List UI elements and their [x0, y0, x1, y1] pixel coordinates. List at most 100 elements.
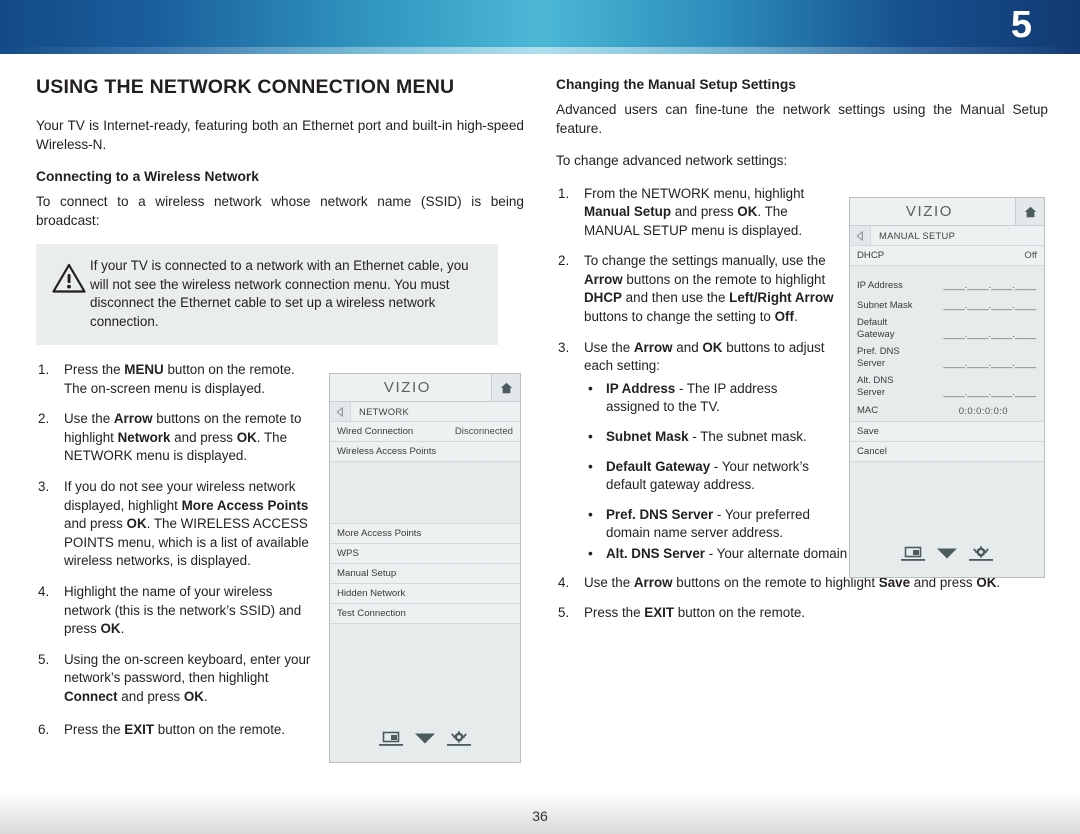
back-arrow-icon[interactable]: [850, 226, 871, 245]
bullet-text: Default Gateway - Your network’s default…: [606, 458, 809, 493]
bullet-dot: •: [588, 457, 593, 474]
field-value: 0:0:0:0:0:0: [958, 405, 1008, 417]
step-number: 4.: [558, 574, 570, 590]
warning-text: If your TV is connected to a network wit…: [90, 258, 469, 329]
list-item: 1. From the NETWORK menu, highlight Manu…: [556, 185, 834, 241]
menu-row-test-connection[interactable]: Test Connection: [330, 604, 520, 624]
menu-row-wps[interactable]: WPS: [330, 544, 520, 564]
tv-network-menu-screenshot: VIZIO NETWORK Wired Connection Disconnec…: [329, 373, 521, 763]
back-arrow-icon[interactable]: [330, 402, 351, 421]
button-label: Save: [857, 426, 879, 437]
tv-picture-icon[interactable]: [900, 546, 926, 567]
step-text: Use the Arrow buttons on the remote to h…: [64, 411, 302, 464]
row-label: Hidden Network: [337, 588, 406, 599]
save-button[interactable]: Save: [850, 421, 1044, 442]
step-text: If you do not see your wireless network …: [64, 478, 309, 569]
field-default-gateway[interactable]: Default Gateway ____.____.____.____: [850, 312, 1044, 341]
tv-manual-setup-menu-screenshot: VIZIO MANUAL SETUP DHCP Off IP Address _…: [849, 197, 1045, 578]
page-number: 36: [532, 808, 548, 824]
field-value: ____.____.____.____: [943, 280, 1036, 291]
cancel-button[interactable]: Cancel: [850, 442, 1044, 462]
field-value: ____.____.____.____: [943, 387, 1036, 398]
intro-paragraph: Your TV is Internet-ready, featuring bot…: [36, 118, 524, 152]
menu-row-wireless-access-points[interactable]: Wireless Access Points: [330, 442, 520, 462]
menu-row-dhcp[interactable]: DHCP Off: [850, 246, 1044, 266]
bullet-dot: •: [588, 505, 593, 522]
step-text: From the NETWORK menu, highlight Manual …: [584, 185, 805, 238]
page-header-band: [0, 0, 1080, 54]
field-pref-dns-server[interactable]: Pref. DNS Server ____.____.____.____: [850, 341, 1044, 370]
step-text: Using the on-screen keyboard, enter your…: [64, 651, 311, 704]
chevron-down-icon[interactable]: [936, 546, 958, 567]
row-value: Off: [1024, 250, 1037, 261]
tv-menu-title-bar: MANUAL SETUP: [850, 226, 1044, 246]
vizio-logo: VIZIO: [905, 203, 954, 220]
step-text: Press the EXIT button on the remote.: [64, 721, 286, 737]
list-item: • Pref. DNS Server - Your preferred doma…: [584, 506, 834, 543]
row-label: More Access Points: [337, 528, 422, 539]
field-subnet-mask[interactable]: Subnet Mask ____.____.____.____: [850, 292, 1044, 312]
gear-icon[interactable]: [446, 731, 472, 752]
tv-menu-brand-bar: VIZIO: [850, 198, 1044, 226]
row-value: Disconnected: [454, 426, 513, 437]
tv-menu-title-bar: NETWORK: [330, 402, 520, 422]
step-text: Press the EXIT button on the remote.: [584, 605, 806, 621]
field-value: ____.____.____.____: [943, 300, 1036, 311]
list-item: 3. If you do not see your wireless netwo…: [36, 478, 314, 571]
wireless-steps-list: 1. Press the MENU button on the remote. …: [36, 361, 314, 707]
gear-icon[interactable]: [968, 546, 994, 567]
bullet-dot: •: [588, 428, 593, 445]
step-number: 1.: [38, 362, 50, 377]
field-alt-dns-server[interactable]: Alt. DNS Server ____.____.____.____: [850, 370, 1044, 399]
field-label: Pref. DNS Server: [857, 346, 900, 369]
list-item: 3. Use the Arrow and OK buttons to adjus…: [556, 339, 834, 543]
menu-row-wired-connection[interactable]: Wired Connection Disconnected: [330, 422, 520, 442]
menu-row-hidden-network[interactable]: Hidden Network: [330, 584, 520, 604]
tv-menu-footer-icons: [330, 731, 520, 752]
row-label: WPS: [337, 548, 359, 559]
field-label: Alt. DNS Server: [857, 375, 894, 398]
row-label: Wired Connection: [337, 426, 414, 437]
field-label: MAC: [857, 405, 879, 417]
tv-picture-icon[interactable]: [378, 731, 404, 752]
chevron-down-icon[interactable]: [414, 731, 436, 752]
bullet-dot: •: [588, 379, 593, 396]
tv-menu-footer-icons: [850, 546, 1044, 567]
subsection-title-manual-setup: Changing the Manual Setup Settings: [556, 77, 796, 92]
field-ip-address[interactable]: IP Address ____.____.____.____: [850, 274, 1044, 292]
menu-row-more-access-points[interactable]: More Access Points: [330, 524, 520, 544]
bullet-text: Subnet Mask - The subnet mask.: [606, 429, 807, 445]
step-text: Highlight the name of your wireless netw…: [64, 583, 302, 637]
row-label: Wireless Access Points: [337, 446, 437, 457]
row-label: DHCP: [857, 250, 885, 261]
menu-empty-access-point-list: [330, 462, 520, 524]
field-mac: MAC 0:0:0:0:0:0: [850, 399, 1044, 421]
list-item: 1. Press the MENU button on the remote. …: [36, 361, 314, 398]
step-number: 5.: [558, 605, 570, 621]
manual-setup-steps-list: 1. From the NETWORK menu, highlight Manu…: [556, 185, 834, 544]
list-item: 5. Press the EXIT button on the remote.: [556, 604, 1026, 623]
step-number: 6.: [38, 721, 50, 737]
tv-menu-brand-bar: VIZIO: [330, 374, 520, 402]
subsection-title-wireless: Connecting to a Wireless Network: [36, 169, 259, 184]
field-value: ____.____.____.____: [943, 329, 1036, 340]
subsection-intro: To connect to a wireless network whose n…: [36, 194, 524, 228]
step-number: 3.: [558, 339, 570, 355]
chapter-number: 5: [1010, 4, 1032, 46]
manual-setup-field-descriptions: • IP Address - The IP address assigned t…: [584, 380, 834, 543]
step-text: Press the MENU button on the remote. The…: [64, 362, 295, 396]
home-icon[interactable]: [491, 374, 520, 401]
row-label: Manual Setup: [337, 568, 397, 579]
step-text: Use the Arrow and OK buttons to adjust e…: [584, 339, 825, 374]
menu-row-manual-setup[interactable]: Manual Setup: [330, 564, 520, 584]
step-number: 3.: [38, 478, 50, 494]
field-label: Subnet Mask: [857, 299, 913, 311]
step-number: 1.: [558, 185, 570, 201]
field-value: ____.____.____.____: [943, 358, 1036, 369]
list-item: 2. To change the settings manually, use …: [556, 252, 834, 326]
row-label: Test Connection: [337, 608, 406, 619]
bullet-text: IP Address - The IP address assigned to …: [606, 380, 778, 415]
step-number: 2.: [558, 253, 570, 269]
list-item: • Subnet Mask - The subnet mask.: [584, 428, 834, 447]
home-icon[interactable]: [1015, 198, 1044, 225]
